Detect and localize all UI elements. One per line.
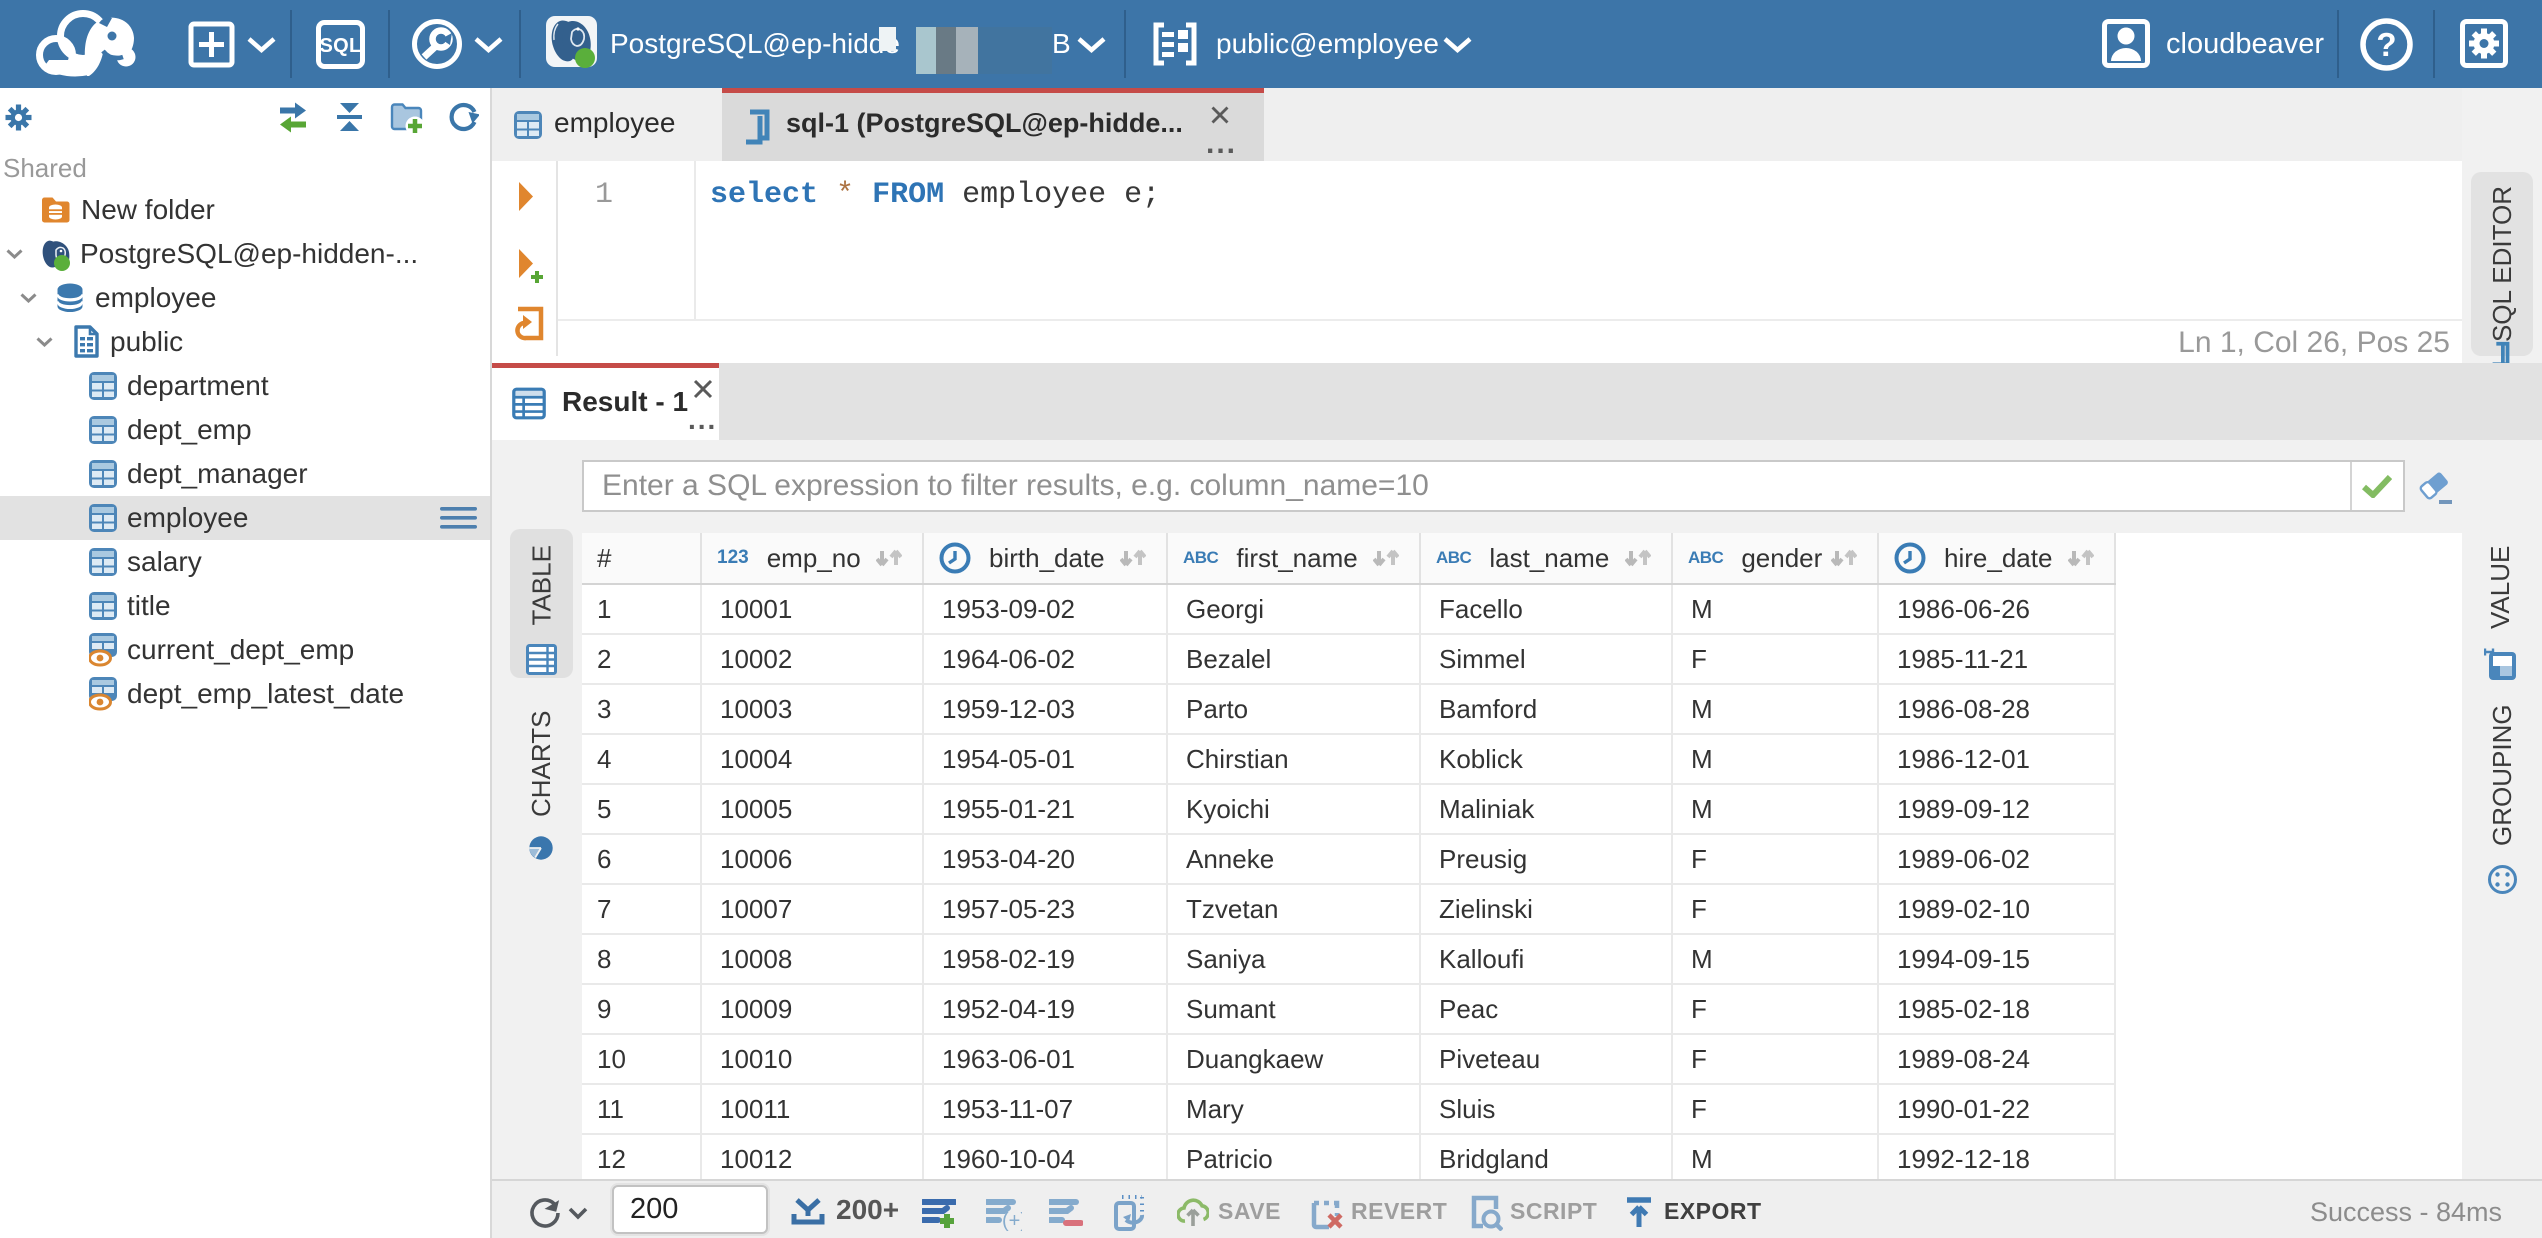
- svg-text:?: ?: [2376, 26, 2396, 63]
- svg-text:(+): (+): [1002, 1210, 1022, 1231]
- svg-text:SQL: SQL: [319, 35, 361, 57]
